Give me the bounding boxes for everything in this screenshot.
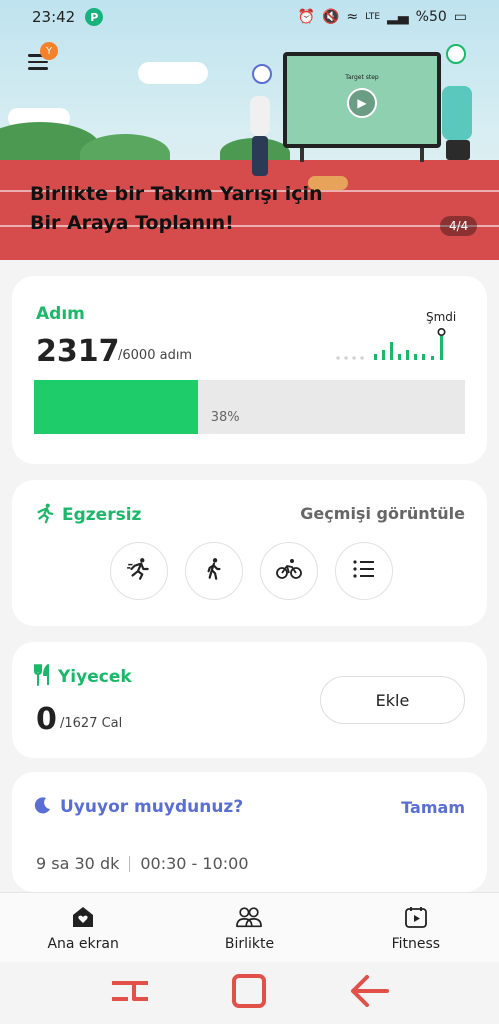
- nav-fitness[interactable]: Fitness: [356, 904, 476, 952]
- play-icon[interactable]: ▶: [347, 88, 377, 118]
- more-exercises-button[interactable]: [335, 542, 393, 600]
- food-card[interactable]: Yiyecek 0 /1627 Cal Ekle: [12, 642, 487, 758]
- recent-apps-icon: [110, 974, 150, 1012]
- runner-illustration: [250, 96, 270, 136]
- screen-pole: [420, 148, 424, 162]
- status-bar: 23:42 P ⏰ 🔇 ≈ LTE ▂▄ %50 ▭: [0, 0, 499, 34]
- hero-title: Birlikte bir Takım Yarışı için Bir Araya…: [30, 183, 323, 234]
- nav-together[interactable]: Birlikte: [189, 904, 309, 952]
- add-food-button[interactable]: Ekle: [320, 676, 465, 724]
- cloud-decoration: [138, 62, 208, 84]
- sleep-card[interactable]: Uyuyor muydunuz? Tamam 9 sa 30 dk 00:30 …: [12, 772, 487, 892]
- back-button[interactable]: [347, 971, 391, 1015]
- battery-level: %50: [415, 9, 447, 25]
- sleep-duration: 9 sa 30 dk: [36, 854, 120, 873]
- divider: [129, 855, 131, 872]
- food-calories-goal: /1627 Cal: [60, 716, 123, 731]
- steps-progress-fill: [34, 380, 198, 434]
- people-icon: [236, 904, 263, 930]
- walking-button[interactable]: [185, 542, 243, 600]
- steps-label: Adım: [36, 304, 85, 324]
- steps-progress-percent: 38%: [210, 410, 240, 425]
- cycling-icon: [275, 556, 303, 586]
- alarm-icon: ⏰: [297, 9, 315, 25]
- menu-badge: Y: [40, 42, 58, 60]
- now-label: Şmdi: [426, 310, 457, 324]
- sleep-title: Uyuyor muydunuz?: [60, 797, 244, 817]
- lte-icon: LTE: [365, 12, 381, 22]
- signal-icon: ▂▄: [387, 9, 409, 25]
- cycling-button[interactable]: [260, 542, 318, 600]
- home-square-icon: [231, 973, 267, 1013]
- home-heart-icon: [70, 904, 96, 930]
- coach-shorts: [446, 140, 470, 160]
- app-notification-icon: P: [85, 8, 104, 26]
- status-time: 23:42: [32, 8, 76, 26]
- runner-legs: [252, 136, 268, 176]
- fitness-play-icon: [403, 904, 429, 930]
- sleep-time-range: 00:30 - 10:00: [140, 854, 249, 873]
- moon-icon: [34, 796, 52, 818]
- running-man-icon: [34, 502, 56, 528]
- home-button[interactable]: [227, 971, 271, 1015]
- coach-illustration: [442, 86, 472, 140]
- nav-home-label: Ana ekran: [47, 935, 119, 952]
- hero-banner[interactable]: Target step ▶ Birlikte bir Takım Yarışı …: [0, 0, 499, 260]
- sleep-confirm-button[interactable]: Tamam: [401, 798, 465, 817]
- page-indicator: 4/4: [440, 216, 478, 236]
- screen-pole: [300, 148, 304, 162]
- steps-sparkline: [336, 328, 446, 360]
- screen-caption: Target step: [345, 74, 379, 81]
- runner-avatar: [252, 64, 272, 84]
- nav-together-label: Birlikte: [224, 935, 275, 952]
- nav-fitness-label: Fitness: [391, 935, 441, 952]
- steps-goal: /6000 adım: [118, 348, 193, 363]
- running-button[interactable]: [110, 542, 168, 600]
- steps-progress-bar: 38%: [34, 380, 465, 434]
- nav-home[interactable]: Ana ekran: [23, 904, 143, 952]
- list-icon: [352, 558, 376, 584]
- back-arrow-icon: [349, 974, 390, 1012]
- system-navigation-bar: [0, 962, 499, 1024]
- running-icon: [126, 556, 152, 586]
- steps-card[interactable]: Adım 2317 /6000 adım Şmdi 38%: [12, 276, 487, 464]
- food-calories-value: 0: [36, 702, 57, 737]
- battery-icon: ▭: [453, 9, 467, 25]
- walking-icon: [201, 556, 227, 586]
- coach-avatar: [446, 44, 466, 64]
- bottom-navigation: Ana ekran Birlikte Fitness: [0, 892, 499, 962]
- exercise-title: Egzersiz: [62, 505, 142, 525]
- wifi-icon: ≈: [346, 9, 359, 25]
- recent-apps-button[interactable]: [108, 971, 152, 1015]
- exercise-card: Egzersiz Geçmişi görüntüle: [12, 480, 487, 626]
- mute-icon: 🔇: [321, 9, 340, 25]
- video-screen[interactable]: Target step ▶: [283, 52, 441, 148]
- fork-knife-icon: [34, 664, 52, 690]
- food-title: Yiyecek: [58, 667, 132, 687]
- steps-value: 2317: [36, 334, 120, 369]
- view-history-link[interactable]: Geçmişi görüntüle: [300, 504, 465, 523]
